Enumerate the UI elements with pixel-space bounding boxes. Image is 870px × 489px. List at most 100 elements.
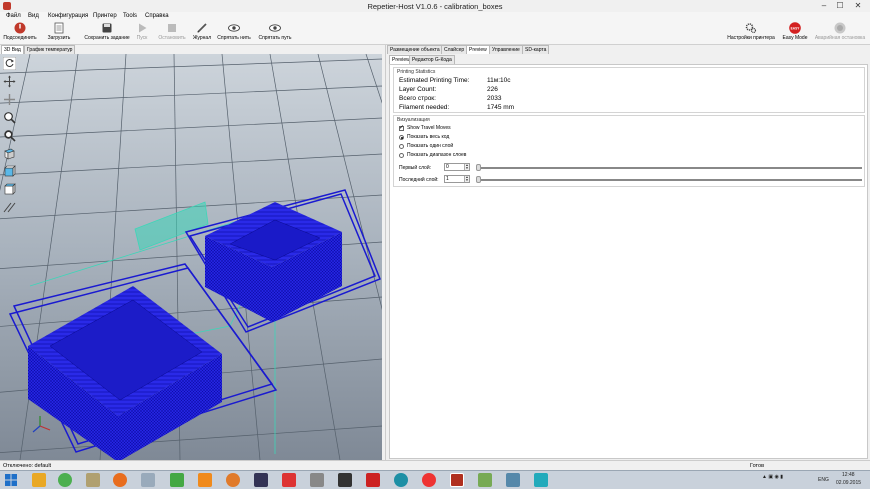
app-icon[interactable] <box>478 473 492 487</box>
arduino-icon[interactable] <box>394 473 408 487</box>
app-icon[interactable] <box>282 473 296 487</box>
checkbox-box[interactable] <box>399 124 404 131</box>
move-object-icon[interactable] <box>3 93 16 106</box>
hide-path-button[interactable]: Спрятать путь <box>255 21 295 45</box>
app-icon[interactable] <box>506 473 520 487</box>
save-job-button[interactable]: Сохранить задание <box>82 21 132 45</box>
show-all-code-radio[interactable]: Показать весь код <box>399 134 449 140</box>
radio-dot[interactable] <box>399 143 404 149</box>
clock-date[interactable]: 02.09.2015 <box>836 480 861 486</box>
stop-button[interactable]: Остановить <box>155 21 189 45</box>
status-bar: Отключено: default Готов <box>0 460 870 470</box>
stat-value: 1745 mm <box>487 104 515 111</box>
parallel-lines-icon[interactable] <box>3 201 16 214</box>
app-icon[interactable] <box>310 473 324 487</box>
hide-thread-button[interactable]: Спрятать нить <box>214 21 254 45</box>
visualization-group: Визуализация Show Travel Moves Показать … <box>393 115 865 187</box>
app-icon[interactable] <box>86 473 100 487</box>
easy-mode-icon: EASY <box>789 22 801 34</box>
stat-value: 2033 <box>487 95 502 102</box>
app-icon[interactable] <box>534 473 548 487</box>
3d-scene <box>0 54 382 460</box>
tray-icons[interactable]: ▲ ▣ ◉ ▮ <box>762 474 783 480</box>
app-icon[interactable] <box>338 473 352 487</box>
maximize-button[interactable]: ☐ <box>834 1 846 11</box>
tab-preview[interactable]: Preview <box>466 45 490 54</box>
document-icon <box>54 22 64 34</box>
last-layer-spinner[interactable]: 1 ▲ ▼ <box>444 175 470 183</box>
iso-view-icon[interactable] <box>3 147 16 160</box>
rotate-icon[interactable] <box>3 57 16 70</box>
last-layer-slider-thumb[interactable] <box>476 176 481 183</box>
language-indicator[interactable]: ENG <box>818 477 829 483</box>
subtab-gcode-editor[interactable]: Редактор G-Кода <box>409 55 455 64</box>
blender-icon[interactable] <box>226 473 240 487</box>
window-title: Repetier-Host V1.0.6 - calibration_boxes <box>367 2 503 11</box>
menu-printer[interactable]: Принтер <box>93 13 117 19</box>
top-view-icon[interactable] <box>3 183 16 196</box>
chrome-icon[interactable] <box>58 473 72 487</box>
first-layer-slider[interactable] <box>476 167 862 169</box>
app-icon[interactable] <box>254 473 268 487</box>
tab-temperature-graph[interactable]: График температур <box>24 45 76 54</box>
app-icon[interactable] <box>366 473 380 487</box>
tab-object-placement[interactable]: Размещение объекта <box>387 45 443 54</box>
group-title: Printing Statistics <box>397 69 436 75</box>
last-layer-label: Последний слой: <box>399 177 439 183</box>
show-travel-moves-checkbox[interactable]: Show Travel Moves <box>399 124 451 131</box>
connect-button[interactable]: Подсоединить <box>2 21 38 45</box>
menu-view[interactable]: Вид <box>28 13 39 19</box>
tab-slicer[interactable]: Слайсер <box>441 45 468 54</box>
tab-sd-card[interactable]: SD-карта <box>522 45 550 54</box>
printer-settings-button[interactable]: Настройки принтера <box>724 21 778 45</box>
zoom-fit-icon[interactable] <box>3 129 16 142</box>
power-icon <box>14 22 26 34</box>
clock-time[interactable]: 12:48 <box>842 472 855 478</box>
app-icon[interactable] <box>422 473 436 487</box>
last-layer-slider[interactable] <box>476 179 862 181</box>
left-tab-bar: 3D Вид График температур <box>0 45 385 54</box>
menu-tools[interactable]: Tools <box>123 13 137 19</box>
tab-control[interactable]: Управление <box>489 45 523 54</box>
view-tools <box>0 54 18 460</box>
play-icon <box>139 23 147 33</box>
vlc-icon[interactable] <box>198 473 212 487</box>
windows-start-icon[interactable] <box>4 473 18 487</box>
spinner-arrows-icon[interactable]: ▲ ▼ <box>464 164 469 170</box>
move-icon[interactable] <box>3 75 16 88</box>
zoom-icon[interactable] <box>3 111 16 124</box>
toolbar: Подсоединить Загрузить Сохранить задание… <box>0 21 870 45</box>
minimize-button[interactable]: – <box>818 1 830 11</box>
tab-3d-view[interactable]: 3D Вид <box>1 45 24 54</box>
utorrent-icon[interactable] <box>170 473 184 487</box>
3d-viewport[interactable] <box>0 54 382 460</box>
right-panel: Размещение объекта Слайсер Preview Управ… <box>385 45 870 460</box>
app-icon[interactable] <box>141 473 155 487</box>
front-view-icon[interactable] <box>3 165 16 178</box>
repetier-icon[interactable] <box>450 473 464 487</box>
group-title: Визуализация <box>397 117 430 123</box>
show-layer-range-radio[interactable]: Показать диапазон слоев <box>399 152 466 158</box>
radio-dot[interactable] <box>399 152 404 158</box>
first-layer-slider-thumb[interactable] <box>476 164 481 171</box>
eye-icon <box>228 24 240 32</box>
menu-help[interactable]: Справка <box>145 13 169 19</box>
ready-status: Готов <box>750 463 764 469</box>
show-one-layer-radio[interactable]: Показать один слой <box>399 143 453 149</box>
stat-label: Всего строк: <box>399 95 436 102</box>
svg-text:EASY: EASY <box>791 26 801 30</box>
log-button[interactable]: Журнал <box>191 21 213 45</box>
spinner-arrows-icon[interactable]: ▲ ▼ <box>464 176 469 182</box>
easy-mode-button[interactable]: EASY Easy Mode <box>780 21 810 45</box>
emergency-stop-button[interactable]: Аварийная остановка <box>812 21 868 45</box>
load-button[interactable]: Загрузить <box>44 21 74 45</box>
menu-config[interactable]: Конфигурация <box>48 13 88 19</box>
close-button[interactable]: ✕ <box>852 1 864 11</box>
firefox-icon[interactable] <box>113 473 127 487</box>
radio-dot[interactable] <box>399 134 404 140</box>
start-button[interactable]: Пуск <box>132 21 152 45</box>
first-layer-spinner[interactable]: 0 ▲ ▼ <box>444 163 470 171</box>
menu-file[interactable]: Файл <box>6 13 21 19</box>
file-explorer-icon[interactable] <box>32 473 46 487</box>
connection-status: Отключено: default <box>3 463 52 469</box>
